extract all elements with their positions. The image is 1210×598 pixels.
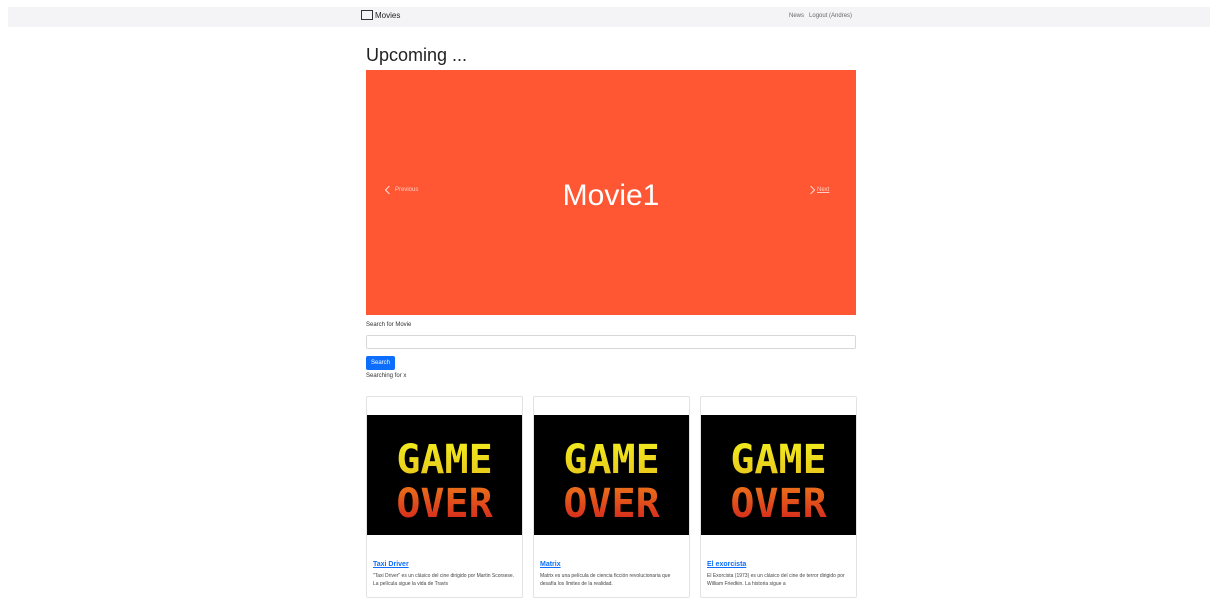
movie-card: GAME OVER El exorcista El Exorcista (197… bbox=[700, 396, 857, 598]
poster-text-line-1: GAME bbox=[730, 437, 826, 483]
movie-title-link[interactable]: Taxi Driver bbox=[373, 561, 409, 568]
search-label: Search for Movie bbox=[366, 322, 412, 328]
carousel-next-button[interactable]: Next bbox=[806, 185, 830, 195]
search-input[interactable] bbox=[366, 335, 856, 349]
brand-logo-icon bbox=[361, 10, 373, 20]
search-button[interactable]: Search bbox=[366, 356, 395, 370]
poster-text-line-1: GAME bbox=[396, 437, 492, 483]
nav-link-logout[interactable]: Logout (Andres) bbox=[809, 13, 852, 19]
navbar: Movies News Logout (Andres) bbox=[8, 7, 1210, 27]
movie-description: Matrix es una película de ciencia ficció… bbox=[540, 573, 671, 587]
movie-card: GAME OVER Taxi Driver "Taxi Driver" es u… bbox=[366, 396, 523, 598]
brand-label: Movies bbox=[375, 10, 401, 20]
movie-poster: GAME OVER bbox=[534, 415, 689, 535]
poster-text-line-2: OVER bbox=[396, 481, 493, 527]
poster-text-line-2: OVER bbox=[563, 481, 660, 527]
movie-poster: GAME OVER bbox=[367, 415, 522, 535]
upcoming-carousel: Previous Movie1 Next bbox=[366, 70, 856, 315]
navbar-brand[interactable]: Movies bbox=[361, 10, 400, 20]
poster-text-line-1: GAME bbox=[563, 437, 659, 483]
movie-description: El Exorcista (1973) es un clásico del ci… bbox=[707, 573, 845, 587]
movie-poster: GAME OVER bbox=[701, 415, 856, 535]
page-title: Upcoming ... bbox=[366, 45, 468, 65]
movie-description: "Taxi Driver" es un clásico del cine dir… bbox=[373, 573, 515, 587]
movie-title-link[interactable]: El exorcista bbox=[707, 561, 746, 568]
poster-text-line-2: OVER bbox=[730, 481, 827, 527]
search-status: Searching for x bbox=[366, 373, 407, 379]
movie-title-link[interactable]: Matrix bbox=[540, 561, 561, 568]
nav-link-news[interactable]: News bbox=[789, 13, 804, 19]
movie-card: GAME OVER Matrix Matrix es una película … bbox=[533, 396, 690, 598]
nav-links: News Logout (Andres) bbox=[789, 13, 852, 19]
carousel-slide-title: Movie1 bbox=[562, 179, 660, 212]
chevron-right-icon bbox=[806, 185, 816, 195]
carousel-next-label: Next bbox=[817, 187, 830, 193]
